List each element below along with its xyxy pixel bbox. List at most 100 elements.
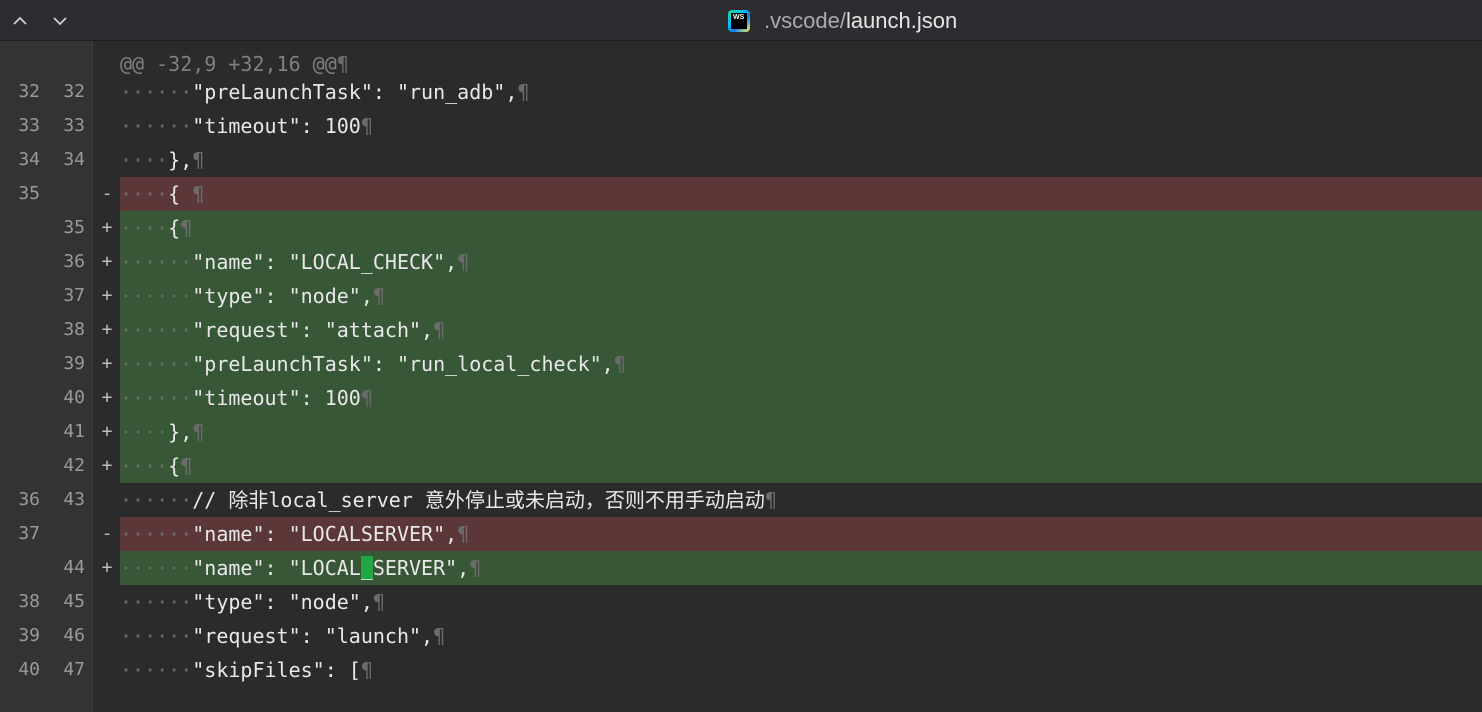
code-segment: SERVER", [372,556,470,580]
added-line[interactable]: 44 + ······"name": "LOCAL_SERVER",¶ [0,551,1482,585]
pilcrow: ¶ [360,658,373,682]
pilcrow: ¶ [192,182,205,206]
diff-marker: + [101,421,113,442]
code-segment: "type": "node", [192,590,373,614]
hunk-header-text: @@ -32,9 +32,16 @@ [120,52,337,76]
code-text[interactable]: ····},¶ [120,415,204,449]
context-line[interactable]: 40 47 ······"skipFiles": [¶ [0,653,1482,687]
whitespace-indent: ···· [120,420,169,444]
pilcrow: ¶ [192,148,205,172]
old-line-number: 40 [18,659,40,680]
new-line-number: 37 [63,285,85,306]
old-line-number: 32 [18,81,40,102]
diff-marker: + [101,387,113,408]
diff-marker: + [101,319,113,340]
code-segment: { [168,182,193,206]
code-text[interactable]: ······"name": "LOCAL_CHECK",¶ [120,245,469,279]
whitespace-indent: ······ [120,624,193,648]
removed-line[interactable]: 35 - ····{ ¶ [0,177,1482,211]
code-segment: "type": "node", [192,284,373,308]
code-segment: "preLaunchTask": "run_local_check", [192,352,614,376]
whitespace-indent: ······ [120,488,193,512]
code-text[interactable]: ····{ ¶ [120,177,204,211]
diff-marker: + [101,217,113,238]
code-segment: "preLaunchTask": "run_adb", [192,80,518,104]
old-line-number: 33 [18,115,40,136]
line-highlight [120,211,1482,245]
removed-line[interactable]: 37 - ······"name": "LOCALSERVER",¶ [0,517,1482,551]
code-text[interactable]: ······// 除非local_server 意外停止或未启动，否则不用手动启… [120,483,777,517]
whitespace-indent: ······ [120,590,193,614]
diff-marker: + [101,455,113,476]
code-segment: { [168,216,181,240]
code-text[interactable]: ······"preLaunchTask": "run_local_check"… [120,347,626,381]
pilcrow: ¶ [457,250,470,274]
line-highlight [120,143,1482,177]
context-line[interactable]: 33 33 ······"timeout": 100¶ [0,109,1482,143]
code-segment: "name": "LOCALSERVER", [192,522,458,546]
new-line-number: 40 [63,387,85,408]
code-segment: }, [168,148,193,172]
whitespace-indent: ···· [120,182,169,206]
context-line[interactable]: 39 46 ······"request": "launch",¶ [0,619,1482,653]
code-text[interactable]: ······"preLaunchTask": "run_adb",¶ [120,75,529,109]
code-text[interactable]: ····{¶ [120,211,192,245]
chevron-down-icon [53,17,67,26]
added-line[interactable]: 36 + ······"name": "LOCAL_CHECK",¶ [0,245,1482,279]
pilcrow: ¶ [469,556,482,580]
context-line[interactable]: 38 45 ······"type": "node",¶ [0,585,1482,619]
code-segment: "name": "LOCAL_CHECK", [192,250,458,274]
whitespace-indent: ······ [120,284,193,308]
code-text[interactable]: ······"type": "node",¶ [120,279,385,313]
new-line-number: 36 [63,251,85,272]
code-segment: "timeout": 100 [192,114,361,138]
file-title: WS .vscode/launch.json [728,0,957,41]
code-text[interactable]: ······"type": "node",¶ [120,585,385,619]
added-line[interactable]: 40 + ······"timeout": 100¶ [0,381,1482,415]
whitespace-indent: ······ [120,318,193,342]
code-text[interactable]: ······"request": "attach",¶ [120,313,445,347]
code-text[interactable]: ······"name": "LOCALSERVER",¶ [120,517,469,551]
pilcrow: ¶ [457,522,470,546]
file-directory: .vscode/ [764,7,846,33]
new-line-number: 43 [63,489,85,510]
code-text[interactable]: ······"skipFiles": [¶ [120,653,373,687]
context-line[interactable]: 34 34 ····},¶ [0,143,1482,177]
new-line-number: 34 [63,149,85,170]
added-line[interactable]: 41 + ····},¶ [0,415,1482,449]
old-line-number: 39 [18,625,40,646]
new-line-number: 38 [63,319,85,340]
context-line[interactable]: 36 43 ······// 除非local_server 意外停止或未启动，否则不… [0,483,1482,517]
code-text[interactable]: ······"name": "LOCAL_SERVER",¶ [120,551,481,585]
diff-marker: + [101,251,113,272]
context-line[interactable]: 32 32 ······"preLaunchTask": "run_adb",¶ [0,75,1482,109]
pilcrow: ¶ [433,318,446,342]
diff-marker: + [101,557,113,578]
diff-marker: + [101,285,113,306]
code-text[interactable]: ······"timeout": 100¶ [120,381,373,415]
code-text[interactable]: ······"request": "launch",¶ [120,619,445,653]
next-change-button[interactable] [48,9,72,33]
previous-change-button[interactable] [8,9,32,33]
added-line[interactable]: 42 + ····{¶ [0,449,1482,483]
new-line-number: 47 [63,659,85,680]
whitespace-indent: ······ [120,386,193,410]
added-line[interactable]: 39 + ······"preLaunchTask": "run_local_che… [0,347,1482,381]
chevron-up-icon [13,16,27,25]
added-line[interactable]: 38 + ······"request": "attach",¶ [0,313,1482,347]
added-line[interactable]: 35 + ····{¶ [0,211,1482,245]
pilcrow: ¶ [192,420,205,444]
new-line-number: 46 [63,625,85,646]
code-text[interactable]: ······"timeout": 100¶ [120,109,373,143]
code-text[interactable]: ····{¶ [120,449,192,483]
pilcrow: ¶ [180,216,193,240]
diff-marker: - [101,183,113,204]
pilcrow: ¶ [360,114,373,138]
line-highlight [120,449,1482,483]
pilcrow: ¶ [613,352,626,376]
whitespace-indent: ······ [120,250,193,274]
added-line[interactable]: 37 + ······"type": "node",¶ [0,279,1482,313]
code-text[interactable]: ····},¶ [120,143,204,177]
whitespace-indent: ···· [120,216,169,240]
pilcrow: ¶ [372,284,385,308]
